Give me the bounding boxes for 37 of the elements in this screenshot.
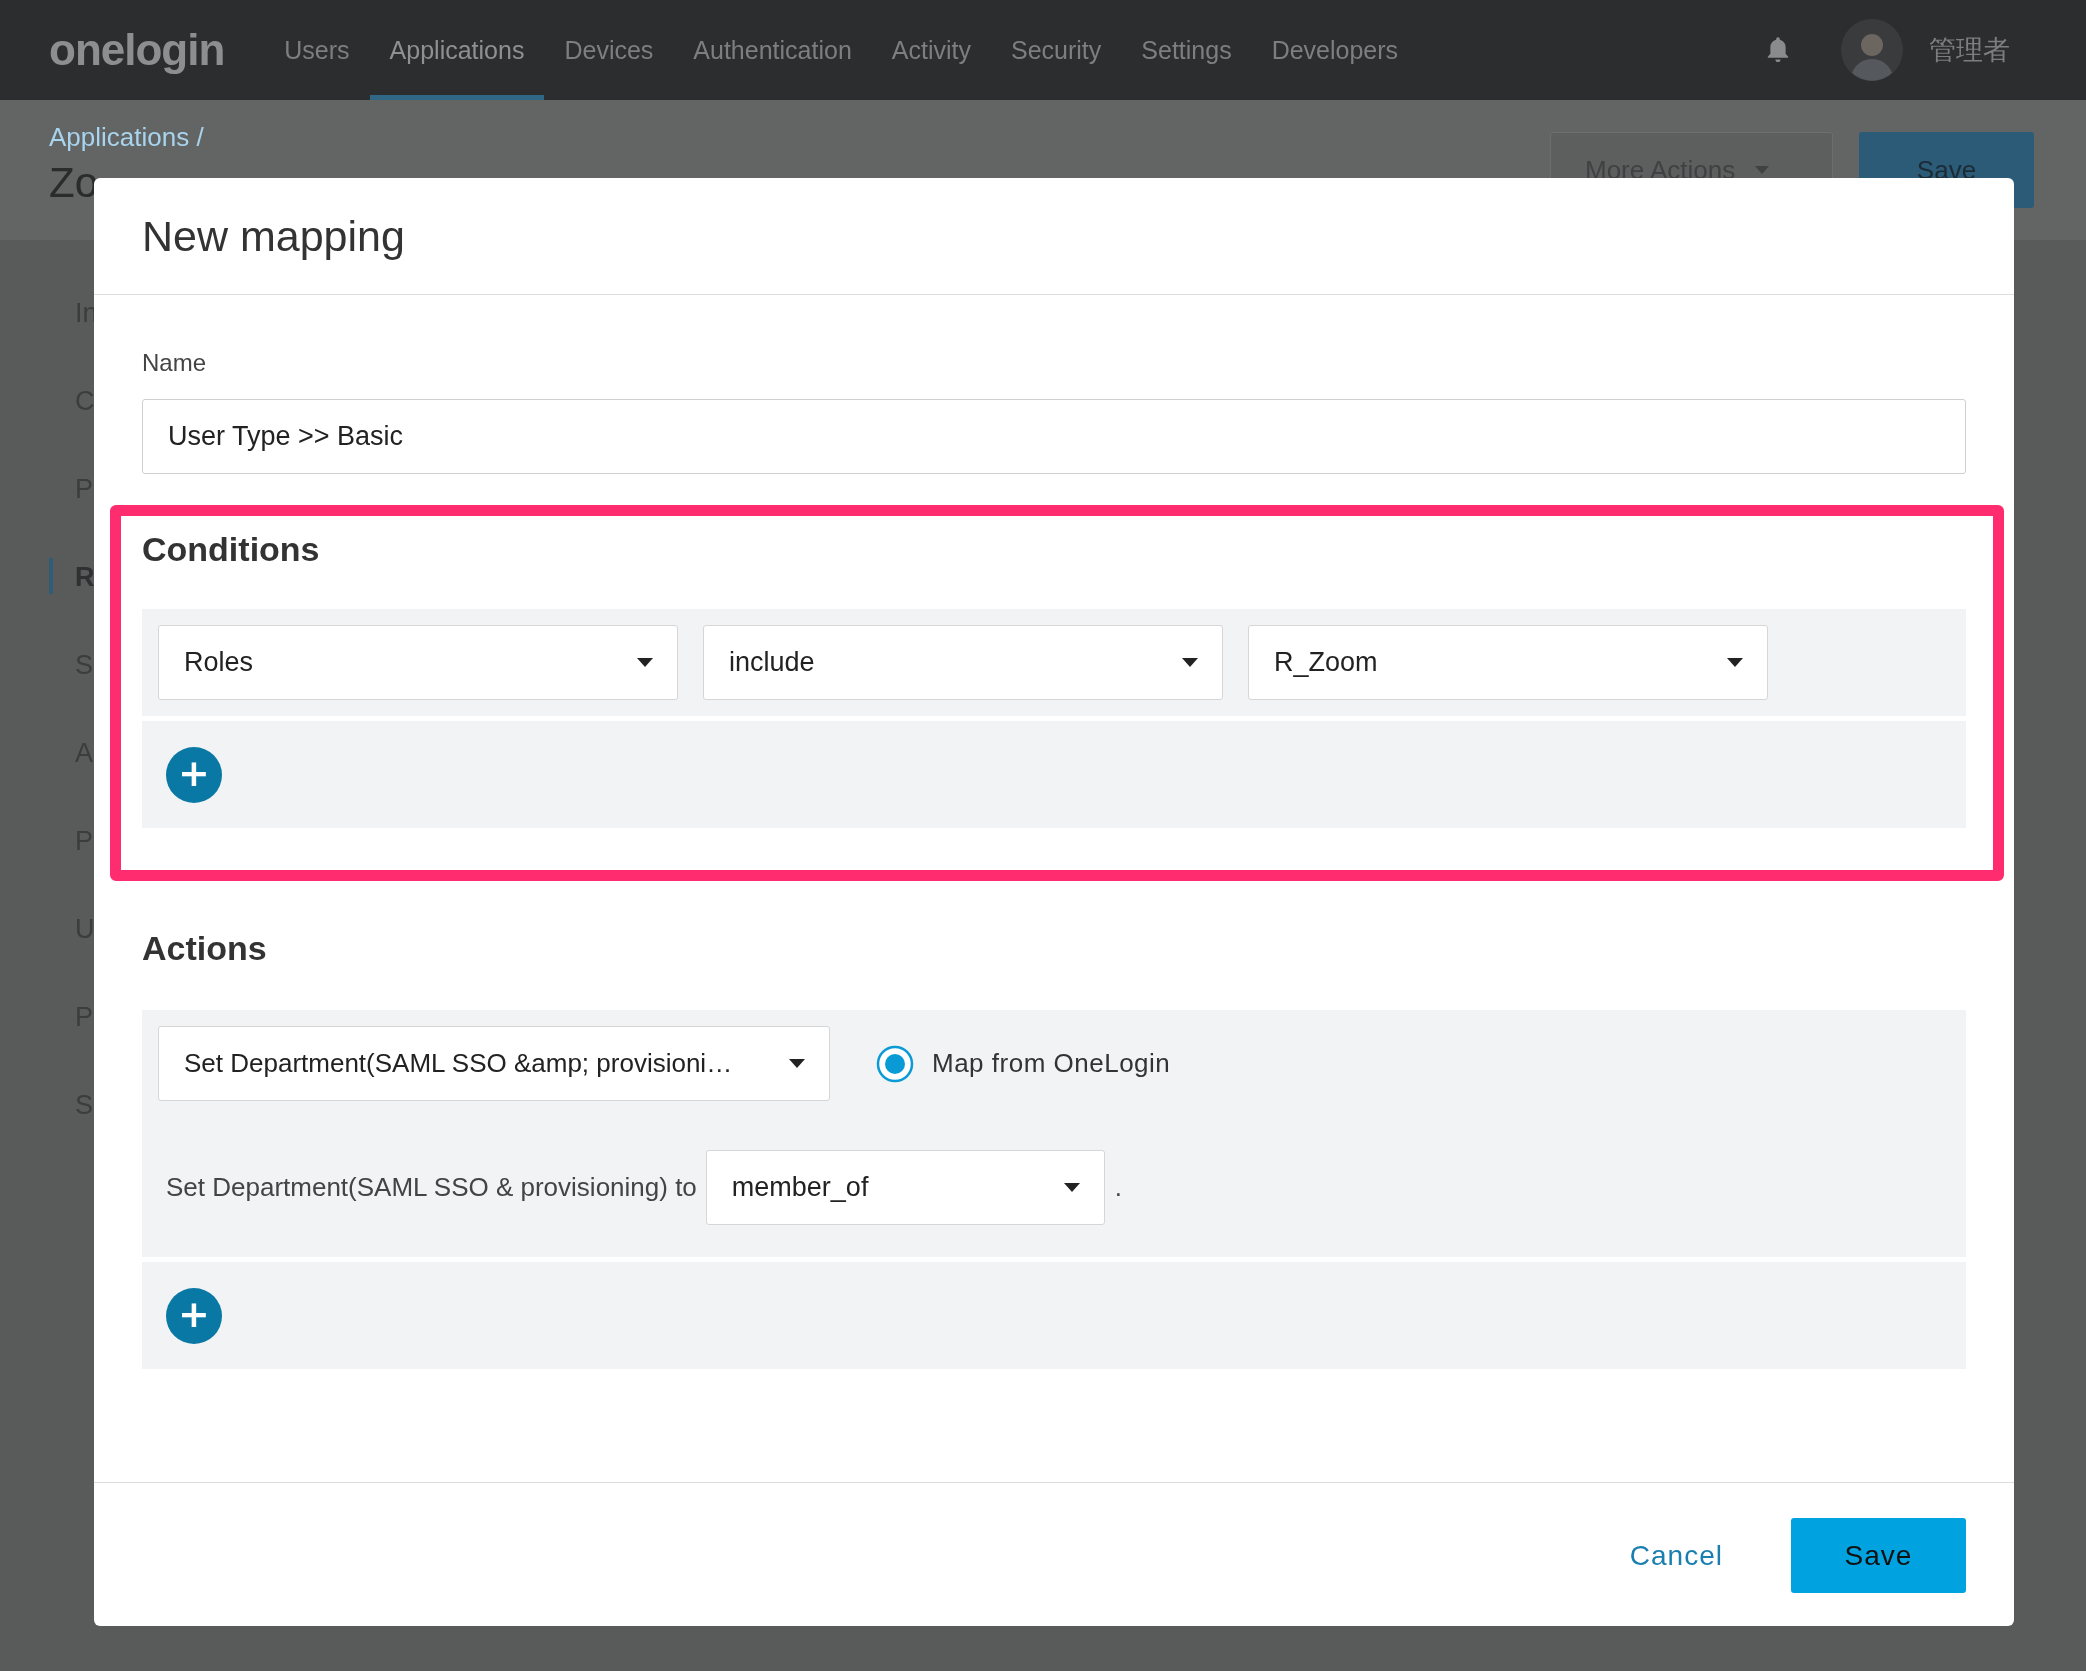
dialog-title: New mapping: [142, 211, 405, 261]
action-sentence: Set Department(SAML SSO & provisioning) to: [166, 1172, 697, 1203]
section-title: Actions: [142, 929, 267, 968]
nav-tab[interactable]: Activity: [871, 0, 991, 100]
logo: onelogin: [49, 25, 225, 75]
dropdown-select[interactable]: member_of: [705, 1150, 1105, 1225]
radio-label: Map from OneLogin: [932, 1048, 1171, 1079]
sentence-period: .: [1114, 1172, 1123, 1203]
dropdown-select[interactable]: Set Department(SAML SSO &amp; provisioni…: [158, 1026, 830, 1101]
cancel-button[interactable]: Cancel: [1621, 1518, 1731, 1593]
page-title: Zo: [49, 159, 99, 207]
caret-icon: [1755, 166, 1770, 174]
nav-tab[interactable]: Users: [264, 0, 370, 100]
nav-tab[interactable]: Devices: [544, 0, 674, 100]
section-title: Conditions: [142, 530, 320, 569]
nav-tab[interactable]: Authentication: [673, 0, 872, 100]
dropdown-select[interactable]: R_Zoom: [1248, 625, 1768, 700]
breadcrumb-link[interactable]: Applications /: [49, 122, 204, 153]
add-button[interactable]: +: [166, 746, 222, 803]
add-button[interactable]: +: [166, 1287, 222, 1344]
user-name[interactable]: 管理者: [1929, 32, 2010, 68]
field-label: Name: [142, 349, 207, 377]
avatar-icon[interactable]: [1841, 19, 1903, 81]
caret-icon: [789, 1059, 805, 1068]
caret-icon: [1182, 658, 1198, 667]
nav-tab[interactable]: Developers: [1251, 0, 1419, 100]
nav-tab[interactable]: Security: [991, 0, 1122, 100]
nav-tab[interactable]: Settings: [1121, 0, 1252, 100]
caret-icon: [1063, 1183, 1080, 1192]
dropdown-select[interactable]: include: [703, 625, 1223, 700]
dropdown-select[interactable]: Roles: [158, 625, 678, 700]
caret-icon: [1727, 658, 1743, 667]
caret-icon: [637, 658, 653, 667]
name-input[interactable]: User Type >> Basic: [142, 399, 1966, 474]
save-button[interactable]: Save: [1791, 1518, 1966, 1593]
bell-icon[interactable]: [1765, 36, 1791, 64]
radio-button[interactable]: [876, 1044, 914, 1083]
